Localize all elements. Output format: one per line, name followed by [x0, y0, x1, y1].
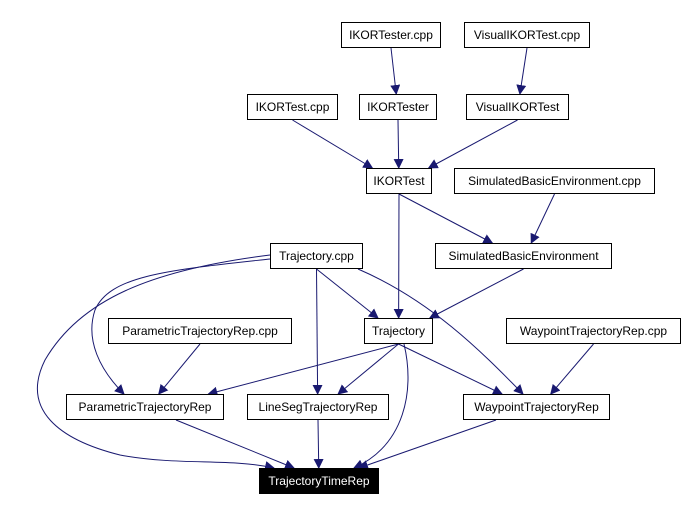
- node-waypointtrajectoryrep-cpp[interactable]: WaypointTrajectoryRep.cpp: [506, 318, 681, 344]
- edge-ikortester-to-ikortest: [393, 119, 404, 169]
- edge-trajectory-to-parametrictrajectoryrep: [207, 343, 399, 397]
- edge-linesegtrajectoryrep-to-trajectorytimerep: [313, 419, 324, 469]
- edge-ikortest-cpp-to-ikortest: [292, 119, 374, 169]
- edge-waypointtrajectoryrep-to-trajectorytimerep: [358, 419, 497, 470]
- edge-parametrictrajectoryrep-cpp-to-parametrictrajectoryrep: [158, 343, 201, 395]
- node-ikortest-cpp[interactable]: IKORTest.cpp: [247, 94, 338, 120]
- node-linesegtrajectoryrep[interactable]: LineSegTrajectoryRep: [247, 394, 389, 420]
- edge-parametrictrajectoryrep-to-trajectorytimerep: [175, 419, 295, 470]
- edge-trajectory-cpp-to-trajectory: [316, 268, 379, 319]
- node-visualikortest-cpp[interactable]: VisualIKORTest.cpp: [464, 22, 590, 48]
- edge-waypointtrajectoryrep-cpp-to-waypointtrajectoryrep: [550, 343, 594, 395]
- node-trajectory-cpp[interactable]: Trajectory.cpp: [270, 243, 363, 269]
- edge-trajectory-cpp-to-trajectorytimerep: [37, 254, 275, 471]
- node-simulatedbasicenvironment-cpp[interactable]: SimulatedBasicEnvironment.cpp: [454, 168, 655, 194]
- edge-ikortest-to-simulatedbasicenvironment: [398, 193, 494, 244]
- node-visualikortest[interactable]: VisualIKORTest: [466, 94, 569, 120]
- node-trajectory[interactable]: Trajectory: [364, 318, 433, 344]
- dependency-graph: IKORTester.cpp VisualIKORTest.cpp IKORTe…: [0, 0, 686, 510]
- edge-simulatedbasicenvironment-cpp-to-simulatedbasicenvironment: [530, 193, 555, 244]
- edge-simulatedbasicenvironment-to-trajectory: [428, 268, 524, 319]
- node-simulatedbasicenvironment[interactable]: SimulatedBasicEnvironment: [435, 243, 612, 269]
- edge-visualikortest-to-ikortest: [427, 119, 518, 169]
- edge-visualikortest-cpp-to-visualikortest: [516, 47, 528, 95]
- node-parametrictrajectoryrep-cpp[interactable]: ParametricTrajectoryRep.cpp: [108, 318, 292, 344]
- edge-trajectory-to-waypointtrajectoryrep: [398, 343, 503, 395]
- node-parametrictrajectoryrep[interactable]: ParametricTrajectoryRep: [66, 394, 224, 420]
- node-waypointtrajectoryrep[interactable]: WaypointTrajectoryRep: [463, 394, 610, 420]
- node-ikortest[interactable]: IKORTest: [366, 168, 432, 194]
- node-ikortester-cpp[interactable]: IKORTester.cpp: [341, 22, 441, 48]
- node-ikortester[interactable]: IKORTester: [359, 94, 437, 120]
- edge-trajectory-cpp-to-linesegtrajectoryrep: [312, 268, 323, 395]
- node-trajectorytimerep[interactable]: TrajectoryTimeRep: [259, 468, 379, 494]
- edge-ikortester-cpp-to-ikortester: [390, 47, 401, 95]
